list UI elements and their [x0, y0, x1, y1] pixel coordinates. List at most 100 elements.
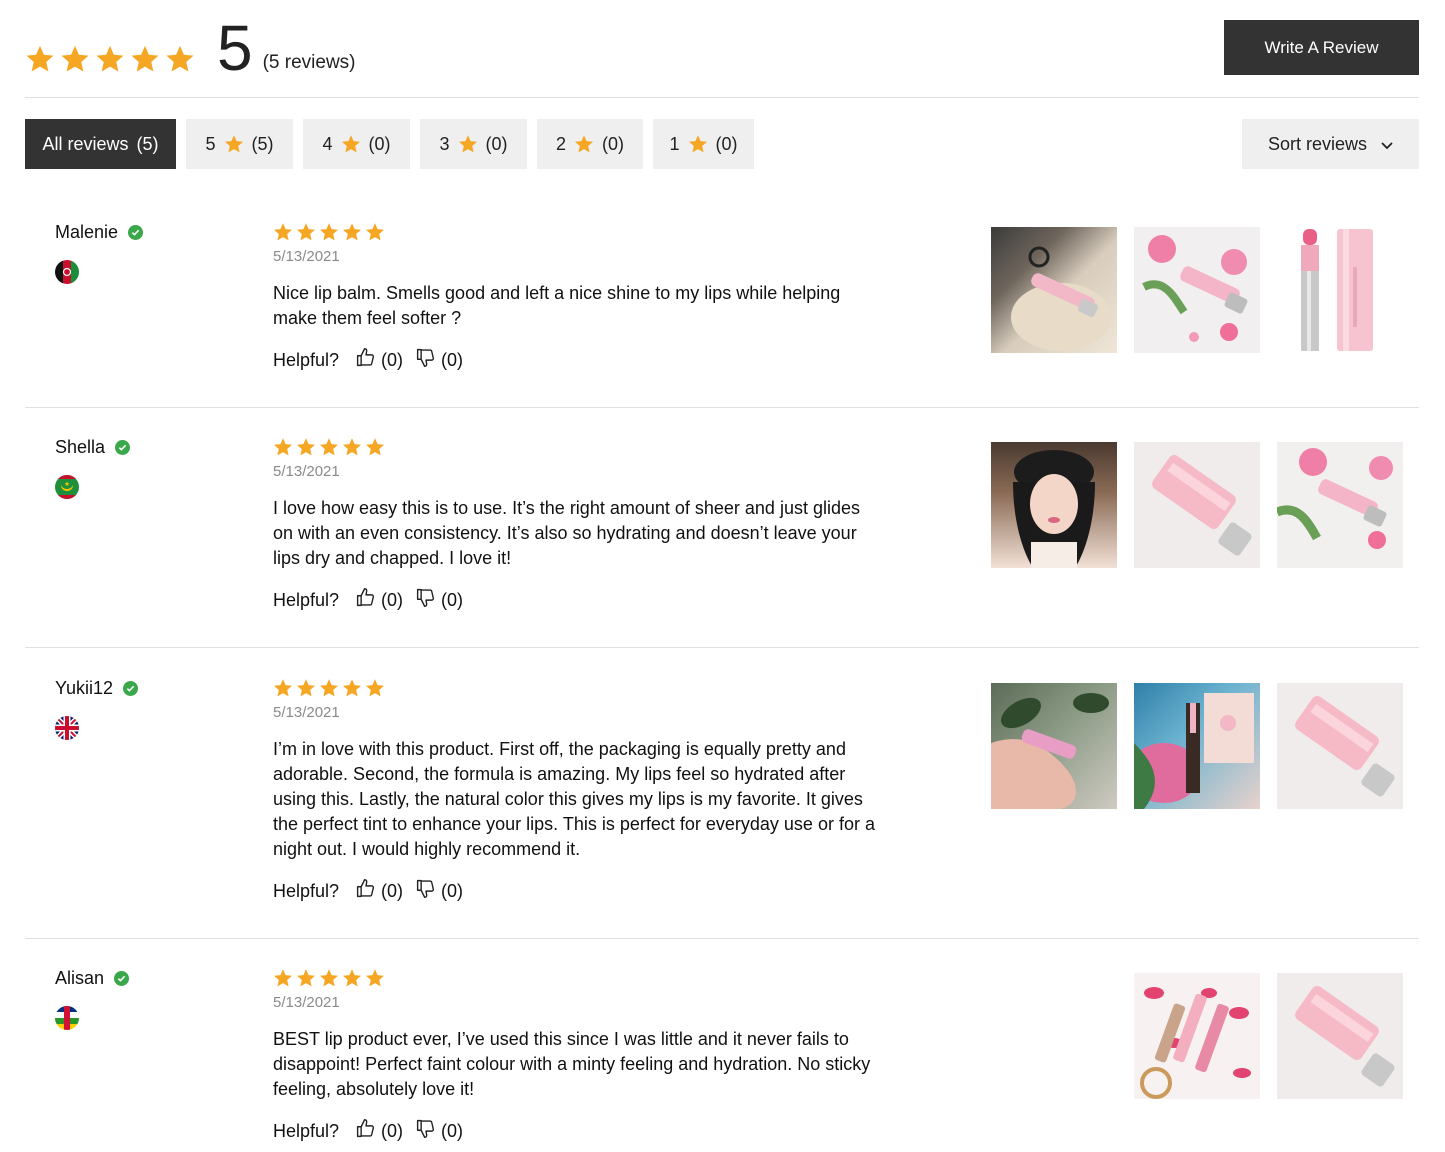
filter-4-star[interactable]: 4 (0) — [303, 119, 410, 169]
filter-label: 4 — [322, 133, 333, 154]
author-name: Yukii12 — [55, 678, 114, 698]
star-icon — [365, 222, 385, 242]
downvote-count: (0) — [441, 349, 464, 370]
upvote-button[interactable]: (0) — [355, 587, 403, 613]
review-item: Shella 5/13/2021 I love how easy this is… — [25, 437, 1419, 647]
star-icon — [342, 437, 362, 457]
upvote-count: (0) — [381, 589, 404, 610]
filter-count: (0) — [602, 133, 624, 154]
review-body: 5/13/2021 I love how easy this is to use… — [273, 437, 883, 613]
star-icon — [341, 134, 361, 154]
downvote-count: (0) — [441, 880, 464, 901]
star-icon — [25, 44, 55, 74]
filter-label: 2 — [555, 133, 566, 154]
downvote-button[interactable]: (0) — [415, 878, 463, 904]
divider — [25, 647, 1419, 648]
filter-label: All reviews — [42, 133, 129, 154]
filter-count: (0) — [715, 133, 738, 154]
star-icon — [296, 678, 316, 698]
filter-5-star[interactable]: 5 (5) — [186, 119, 293, 169]
lip-balm-with-flowers-photo[interactable] — [1134, 683, 1260, 809]
lip-balm-with-pink-roses-photo[interactable] — [1134, 227, 1260, 353]
central-african-republic-flag-icon — [55, 1006, 79, 1030]
pink-lip-balm-tube-photo[interactable] — [1277, 683, 1403, 809]
reviewer-selfie-photo[interactable] — [991, 442, 1117, 568]
star-icon — [365, 678, 385, 698]
helpful-votes: Helpful? (0) (0) — [273, 1118, 883, 1144]
star-icon — [273, 968, 293, 988]
write-review-button[interactable]: Write A Review — [1224, 20, 1419, 75]
downvote-button[interactable]: (0) — [415, 347, 463, 373]
star-icon — [574, 134, 594, 154]
review-date: 5/13/2021 — [273, 248, 340, 265]
lip-balm-on-knit-sweater-photo[interactable] — [991, 227, 1117, 353]
star-icon — [224, 134, 244, 154]
filter-label: 5 — [205, 133, 216, 154]
review-text: I love how easy this is to use. It’s the… — [273, 498, 860, 568]
pink-lip-balm-tube-photo[interactable] — [1277, 973, 1403, 1099]
filter-1-star[interactable]: 1 (0) — [653, 119, 754, 169]
downvote-count: (0) — [441, 589, 464, 610]
star-icon — [165, 44, 195, 74]
star-icon — [319, 968, 339, 988]
filter-all-reviews[interactable]: All reviews (5) — [25, 119, 176, 169]
star-icon — [296, 437, 316, 457]
helpful-label: Helpful? — [273, 1120, 340, 1141]
review-rating — [273, 222, 883, 242]
helpful-label: Helpful? — [273, 880, 340, 901]
star-icon — [319, 678, 339, 698]
rating-summary: 5 (5 reviews) — [25, 16, 356, 80]
mauritania-flag-icon — [55, 475, 79, 499]
review-author: Shella — [55, 437, 131, 458]
helpful-votes: Helpful? (0) (0) — [273, 347, 883, 373]
rating-filters: All reviews (5) 5 (5) 4 (0) 3 (0) 2 (0) … — [25, 119, 754, 169]
verified-badge-icon — [128, 225, 144, 240]
downvote-count: (0) — [441, 1120, 464, 1141]
divider — [25, 407, 1419, 408]
star-icon — [296, 968, 316, 988]
upvote-button[interactable]: (0) — [355, 878, 403, 904]
star-icon — [365, 437, 385, 457]
review-rating — [273, 968, 883, 988]
filter-2-star[interactable]: 2 (0) — [537, 119, 643, 169]
thumbs-up-icon — [355, 1118, 376, 1144]
lip-balm-uncapped-photo[interactable] — [1277, 227, 1403, 353]
star-icon — [273, 222, 293, 242]
thumbs-down-icon — [415, 347, 436, 373]
filter-count: (5) — [251, 133, 274, 154]
thumbs-down-icon — [415, 1118, 436, 1144]
pink-lip-balm-tube-photo[interactable] — [1134, 442, 1260, 568]
chevron-down-icon — [1381, 134, 1393, 155]
helpful-label: Helpful? — [273, 349, 340, 370]
downvote-button[interactable]: (0) — [415, 587, 463, 613]
upvote-button[interactable]: (0) — [355, 347, 403, 373]
thumbs-up-icon — [355, 587, 376, 613]
filter-count: (0) — [368, 133, 391, 154]
sort-reviews-dropdown[interactable]: Sort reviews — [1242, 119, 1419, 169]
review-author: Yukii12 — [55, 678, 139, 699]
star-icon — [319, 222, 339, 242]
review-author: Malenie — [55, 222, 144, 243]
downvote-button[interactable]: (0) — [415, 1118, 463, 1144]
filter-3-star[interactable]: 3 (0) — [420, 119, 527, 169]
lip-balms-with-kiss-prints-photo[interactable] — [1134, 973, 1260, 1099]
verified-badge-icon — [114, 971, 130, 986]
upvote-button[interactable]: (0) — [355, 1118, 403, 1144]
filter-count: (0) — [485, 133, 508, 154]
helpful-votes: Helpful? (0) (0) — [273, 587, 883, 613]
review-date: 5/13/2021 — [273, 994, 340, 1011]
lip-balm-with-roses-photo[interactable] — [1277, 442, 1403, 568]
star-icon — [60, 44, 90, 74]
review-text: I’m in love with this product. First off… — [273, 739, 875, 859]
review-count: (5 reviews) — [262, 52, 356, 73]
star-icon — [95, 44, 125, 74]
author-name: Alisan — [55, 968, 105, 988]
review-item: Yukii12 5/13/2021 I’m in love with this … — [25, 678, 1419, 938]
review-date: 5/13/2021 — [273, 704, 340, 721]
filter-label: 1 — [669, 133, 680, 154]
review-author: Alisan — [55, 968, 130, 989]
review-item: Malenie 5/13/2021 Nice lip balm. Smells … — [25, 222, 1419, 407]
lip-balm-in-hand-photo[interactable] — [991, 683, 1117, 809]
sort-label: Sort reviews — [1267, 133, 1368, 154]
star-icon — [273, 678, 293, 698]
